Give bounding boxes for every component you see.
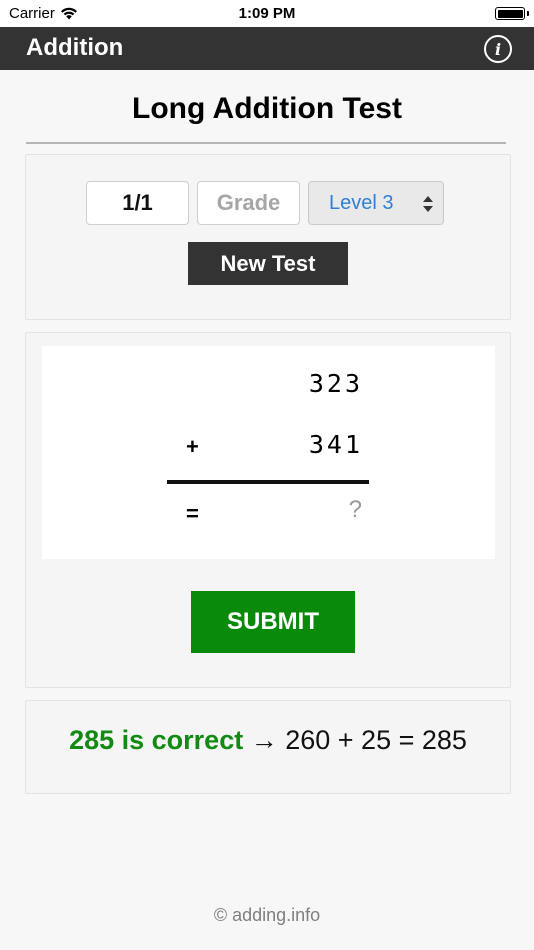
sum-line — [167, 480, 369, 484]
footer-link[interactable]: © adding.info — [0, 905, 534, 926]
second-addend: 341 — [308, 430, 363, 459]
new-test-button[interactable]: New Test — [188, 242, 348, 285]
result-line: 285 is correct → 260 + 25 = 285 — [26, 725, 510, 756]
plus-sign: + — [186, 434, 199, 459]
answer-input[interactable]: ? — [349, 496, 362, 524]
grade-input[interactable]: Grade — [197, 181, 300, 225]
level-select-value: Level 3 — [329, 191, 394, 214]
title-divider — [26, 142, 506, 144]
question-count-field[interactable]: 1/1 — [86, 181, 189, 225]
status-time: 1:09 PM — [238, 5, 296, 22]
first-addend: 323 — [308, 369, 363, 398]
page-title: Long Addition Test — [132, 92, 402, 125]
equals-sign: = — [186, 501, 199, 526]
result-correct-text: 285 is correct — [69, 725, 244, 755]
submit-button[interactable]: SUBMIT — [191, 591, 355, 653]
battery-cap — [527, 11, 529, 16]
main-content: Long Addition Test 1/1 Grade Level 3 New… — [0, 70, 534, 950]
problem-area: 323 + 341 = ? — [42, 346, 495, 559]
battery-icon — [495, 7, 525, 20]
problem-card: 323 + 341 = ? SUBMIT — [25, 332, 511, 688]
navigation-bar: Addition i — [0, 27, 534, 70]
controls-card: 1/1 Grade Level 3 New Test — [25, 154, 511, 320]
battery-fill — [497, 9, 523, 18]
result-card: 285 is correct → 260 + 25 = 285 — [25, 700, 511, 794]
status-bar: Carrier 1:09 PM — [0, 0, 534, 27]
select-arrows-icon — [423, 196, 433, 212]
nav-title: Addition — [26, 34, 124, 61]
result-explanation: → 260 + 25 = 285 — [250, 725, 467, 755]
level-select[interactable]: Level 3 — [308, 181, 444, 225]
info-icon[interactable]: i — [484, 35, 512, 63]
